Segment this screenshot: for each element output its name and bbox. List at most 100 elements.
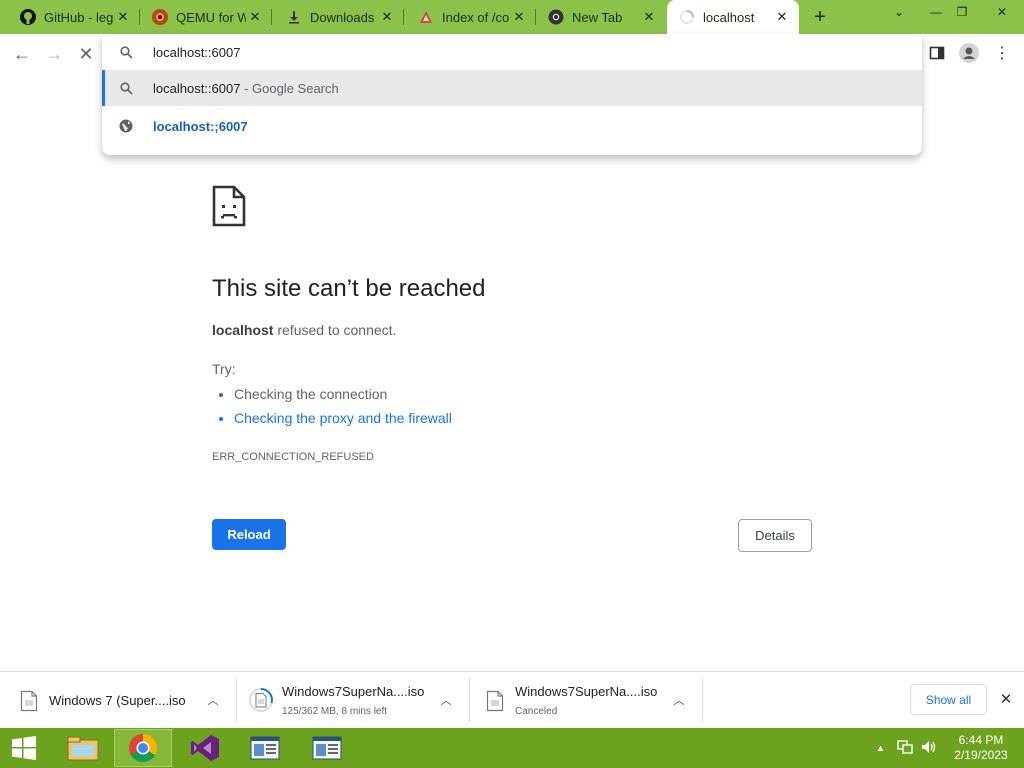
close-icon: ✕ xyxy=(996,5,1008,19)
show-all-button[interactable]: Show all xyxy=(910,684,987,715)
close-window-button[interactable]: ✕ xyxy=(984,2,1020,22)
download-item[interactable]: Windows 7 (Super....iso ︿ xyxy=(0,672,236,729)
avatar xyxy=(959,43,979,63)
window-app-button[interactable] xyxy=(236,729,294,767)
download-icon xyxy=(286,9,302,25)
back-button[interactable]: ← xyxy=(8,40,36,68)
tab-title: localhost xyxy=(703,9,755,25)
minimize-button[interactable]: — xyxy=(922,2,950,22)
plus-icon: + xyxy=(814,5,826,28)
tab-title: GitHub - leg xyxy=(44,9,114,25)
chevron-up-icon[interactable]: ︿ xyxy=(205,692,221,708)
side-panel-icon xyxy=(929,46,945,60)
app-window-icon xyxy=(250,736,280,760)
new-tab-button[interactable]: + xyxy=(808,5,832,29)
stop-button[interactable]: ✕ xyxy=(72,40,100,68)
close-icon[interactable]: ✕ xyxy=(246,8,264,26)
close-download-bar-button[interactable]: ✕ xyxy=(996,689,1016,709)
suggestion-list: Checking the connection Checking the pro… xyxy=(234,384,452,432)
suggestion-primary: localhost:;6007 xyxy=(153,118,248,134)
download-item[interactable]: Windows7SuperNa....iso Canceled ︿ xyxy=(470,672,702,729)
volume-icon[interactable] xyxy=(921,740,937,757)
clock-date: 2/19/2023 xyxy=(954,748,1008,762)
tab-index[interactable]: Index of /co ✕ xyxy=(404,0,536,34)
close-icon[interactable]: ✕ xyxy=(640,8,658,26)
network-icon[interactable] xyxy=(897,740,913,757)
download-bar: Windows 7 (Super....iso ︿ Windows7SuperN… xyxy=(0,671,1024,728)
file-icon xyxy=(20,690,38,712)
menu-button[interactable]: ⋮ xyxy=(990,41,1014,65)
address-bar[interactable]: localhost::6007 xyxy=(102,34,922,70)
app-window-icon xyxy=(312,736,342,760)
tab-title: New Tab xyxy=(572,9,623,25)
error-host: localhost xyxy=(212,322,274,338)
details-button[interactable]: Details xyxy=(738,519,812,552)
omnibox: localhost::6007 localhost::6007 - Google… xyxy=(102,34,922,155)
divider xyxy=(702,678,703,722)
error-message-text: refused to connect. xyxy=(273,322,397,338)
chevron-down-icon: ⌄ xyxy=(893,5,905,19)
forward-button[interactable]: → xyxy=(40,40,68,68)
window-app-button[interactable] xyxy=(298,729,356,767)
tab-qemu[interactable]: QEMU for W ✕ xyxy=(140,0,272,34)
search-icon xyxy=(118,80,134,96)
github-icon xyxy=(20,9,36,25)
file-explorer-button[interactable] xyxy=(54,729,112,767)
progress-ring-icon xyxy=(249,688,273,712)
suggestion-secondary: - Google Search xyxy=(240,80,339,96)
search-icon xyxy=(118,44,134,60)
chevron-up-icon[interactable]: ︿ xyxy=(671,692,687,708)
download-filename: Windows 7 (Super....iso xyxy=(49,693,186,708)
proxy-firewall-link[interactable]: Checking the proxy and the firewall xyxy=(234,408,452,432)
omnibox-suggestion[interactable]: localhost::6007 - Google Search xyxy=(102,70,922,106)
stop-icon: ✕ xyxy=(78,43,94,64)
restore-icon: ❐ xyxy=(956,5,968,19)
tab-title: Index of /co xyxy=(442,9,510,25)
list-item: Checking the connection xyxy=(234,384,452,408)
tab-search-button[interactable]: ⌄ xyxy=(885,2,913,22)
profile-button[interactable] xyxy=(957,41,981,65)
more-vert-icon: ⋮ xyxy=(994,45,1010,62)
system-clock[interactable]: 6:44 PM 2/19/2023 xyxy=(946,733,1016,763)
chrome-icon xyxy=(548,9,564,25)
omnibox-suggestion[interactable]: localhost:;6007 xyxy=(102,108,922,144)
side-panel-button[interactable] xyxy=(925,41,949,65)
page-title: This site can’t be reached xyxy=(212,275,486,302)
tab-title: QEMU for W xyxy=(176,9,246,25)
sad-document-icon xyxy=(212,185,246,227)
index-icon xyxy=(418,9,434,25)
tab-title: Downloads xyxy=(310,9,375,25)
arrow-right-icon: → xyxy=(45,43,63,64)
close-icon[interactable]: ✕ xyxy=(378,8,396,26)
tab-downloads[interactable]: Downloads ✕ xyxy=(272,0,404,34)
tab-localhost[interactable]: localhost ✕ xyxy=(667,0,799,34)
tab-github[interactable]: GitHub - leg ✕ xyxy=(0,0,140,34)
windows-logo-icon xyxy=(12,736,36,760)
chevron-up-icon[interactable]: ︿ xyxy=(438,692,454,708)
show-hidden-icons-button[interactable]: ▲ xyxy=(876,743,885,753)
start-button[interactable] xyxy=(0,729,48,767)
visual-studio-button[interactable] xyxy=(176,729,234,767)
close-icon: ✕ xyxy=(999,691,1013,708)
minimize-icon: — xyxy=(930,5,942,19)
download-filename: Windows7SuperNa....iso xyxy=(282,684,425,699)
restore-button[interactable]: ❐ xyxy=(948,2,976,22)
error-code: ERR_CONNECTION_REFUSED xyxy=(212,451,374,463)
error-page: This site can’t be reached localhost ref… xyxy=(212,185,832,552)
tab-new-tab[interactable]: New Tab ✕ xyxy=(536,0,666,34)
close-icon[interactable]: ✕ xyxy=(114,8,132,26)
clock-time: 6:44 PM xyxy=(958,733,1004,747)
taskbar: ▲ 6:44 PM 2/19/2023 xyxy=(0,728,1024,768)
reload-button[interactable]: Reload xyxy=(212,519,286,550)
address-input[interactable]: localhost::6007 xyxy=(153,45,240,60)
chrome-icon xyxy=(129,734,157,762)
download-status: 125/362 MB, 8 mins left xyxy=(282,706,388,717)
chrome-taskbar-button[interactable] xyxy=(114,729,172,767)
close-icon[interactable]: ✕ xyxy=(510,8,528,26)
loading-spinner-icon xyxy=(679,9,695,25)
try-label: Try: xyxy=(212,361,236,377)
close-icon[interactable]: ✕ xyxy=(773,8,791,26)
download-item[interactable]: Windows7SuperNa....iso 125/362 MB, 8 min… xyxy=(237,672,469,729)
arrow-left-icon: ← xyxy=(13,43,31,64)
download-status: Canceled xyxy=(515,706,558,717)
